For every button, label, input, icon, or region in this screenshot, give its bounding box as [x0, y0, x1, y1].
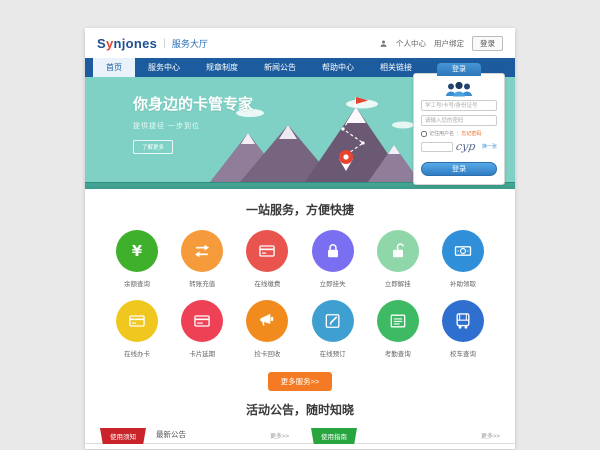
service-item-report-loss[interactable]: 立即挂失 [305, 230, 361, 288]
nav-item-home[interactable]: 首页 [93, 58, 135, 77]
user-bind-link[interactable]: 用户绑定 [434, 38, 464, 49]
service-item-balance[interactable]: ¥ 余额查询 [109, 230, 165, 288]
service-label: 立即挂失 [305, 278, 361, 288]
service-label: 卡片延期 [174, 348, 230, 358]
service-item-school-bus[interactable]: 校车查询 [435, 300, 491, 358]
hero-banner: 你身边的卡管专家 提供捷径 一步到位 了解更多 [85, 77, 515, 189]
usage-guide-ribbon[interactable]: 使用指南 [311, 428, 357, 444]
latest-announcements-tab[interactable]: 最新公告 [156, 429, 186, 443]
unlock-icon[interactable] [377, 230, 419, 272]
card-icon[interactable] [116, 300, 158, 342]
login-panel: 登录 记住用户名 | 忘记密码 cyp 换一张 [413, 73, 505, 185]
top-header: Synjones | 服务大厅 个人中心 用户绑定 登录 [85, 28, 515, 58]
captcha-input[interactable] [421, 142, 453, 152]
hero-text: 你身边的卡管专家 提供捷径 一步到位 了解更多 [133, 93, 253, 154]
more-services-button[interactable]: 更多服务>> [268, 372, 333, 391]
edit-icon[interactable] [312, 300, 354, 342]
hero-title: 你身边的卡管专家 [133, 93, 253, 114]
remember-row: 记住用户名 | 忘记密码 [421, 130, 497, 137]
login-submit-button[interactable]: 登录 [421, 162, 497, 176]
login-tab[interactable]: 登录 [437, 63, 481, 76]
service-label: 在线缴费 [239, 278, 295, 288]
service-label: 在线办卡 [109, 348, 165, 358]
services-section: 一站服务，方便快捷 ¥ 余额查询 转账充值 在线缴费 [85, 189, 515, 391]
announcement-left-column: 使用须知 最新公告 更多>> [100, 428, 289, 443]
forgot-password-link[interactable]: 忘记密码 [461, 130, 481, 137]
card-icon[interactable] [246, 230, 288, 272]
service-item-unfreeze[interactable]: 立即解挂 [370, 230, 426, 288]
announcements-section: 活动公告，随时知晓 使用须知 最新公告 更多>> 使用指南 更多>> [85, 401, 515, 449]
logo-text: S [97, 36, 106, 51]
service-label: 校车查询 [435, 348, 491, 358]
remember-checkbox[interactable] [421, 131, 427, 137]
service-item-booking[interactable]: 在线预订 [305, 300, 361, 358]
page-container: Synjones | 服务大厅 个人中心 用户绑定 登录 首页 服务中心 规章制… [85, 28, 515, 449]
captcha-refresh-link[interactable]: 换一张 [482, 143, 497, 150]
account-input[interactable] [421, 100, 497, 111]
header-links: 个人中心 用户绑定 登录 [379, 36, 503, 51]
remember-divider: | [457, 131, 458, 137]
service-item-transfer[interactable]: 转账充值 [174, 230, 230, 288]
service-item-attendance[interactable]: 考勤查询 [370, 300, 426, 358]
services-heading: 一站服务，方便快捷 [85, 201, 515, 218]
hero-subtitle: 提供捷径 一步到位 [133, 121, 253, 131]
service-item-subsidy[interactable]: 补助领取 [435, 230, 491, 288]
nav-item-help[interactable]: 帮助中心 [309, 58, 367, 77]
services-row-1: ¥ 余额查询 转账充值 在线缴费 立即挂失 [85, 230, 515, 288]
service-label: 考勤查询 [370, 348, 426, 358]
megaphone-icon[interactable] [246, 300, 288, 342]
captcha-image[interactable]: cyp [455, 140, 476, 153]
service-item-card-extend[interactable]: 卡片延期 [174, 300, 230, 358]
banknote-icon[interactable] [442, 230, 484, 272]
logo-text-rest: njones [114, 36, 158, 51]
user-icon [379, 39, 388, 48]
service-item-pay[interactable]: 在线缴费 [239, 230, 295, 288]
page-bottom-spacer [85, 444, 515, 449]
svg-text:¥: ¥ [132, 243, 143, 260]
left-more-link[interactable]: 更多>> [270, 431, 289, 443]
service-item-apply-card[interactable]: 在线办卡 [109, 300, 165, 358]
service-label: 在线预订 [305, 348, 361, 358]
captcha-row: cyp 换一张 [421, 140, 497, 153]
password-input[interactable] [421, 115, 497, 126]
bus-icon[interactable] [442, 300, 484, 342]
service-item-card-recycle[interactable]: 捡卡回收 [239, 300, 295, 358]
card-icon[interactable] [181, 300, 223, 342]
hero-cta-button[interactable]: 了解更多 [133, 140, 173, 154]
more-services-wrap: 更多服务>> [85, 371, 515, 391]
yuan-icon[interactable]: ¥ [116, 230, 158, 272]
remember-label: 记住用户名 [429, 130, 454, 137]
announcement-right-column: 使用指南 更多>> [311, 428, 500, 443]
service-label: 余额查询 [109, 278, 165, 288]
header-login-button[interactable]: 登录 [472, 36, 503, 51]
nav-item-service-center[interactable]: 服务中心 [135, 58, 193, 77]
portal-name: 服务大厅 [172, 37, 208, 50]
nav-item-rules[interactable]: 规章制度 [193, 58, 251, 77]
logo-divider: | [163, 38, 166, 49]
right-more-link[interactable]: 更多>> [481, 431, 500, 443]
service-label: 补助领取 [435, 278, 491, 288]
service-label: 转账充值 [174, 278, 230, 288]
announcements-heading: 活动公告，随时知晓 [85, 401, 515, 418]
lock-icon[interactable] [312, 230, 354, 272]
personal-center-link[interactable]: 个人中心 [396, 38, 426, 49]
nav-item-news[interactable]: 新闻公告 [251, 58, 309, 77]
announcement-tabs: 使用须知 最新公告 更多>> 使用指南 更多>> [85, 428, 515, 444]
service-label: 捡卡回收 [239, 348, 295, 358]
service-label: 立即解挂 [370, 278, 426, 288]
transfer-arrows-icon[interactable] [181, 230, 223, 272]
brand-logo[interactable]: Synjones [97, 36, 157, 51]
services-row-2: 在线办卡 卡片延期 捡卡回收 在线预订 [85, 300, 515, 358]
usage-notice-ribbon[interactable]: 使用须知 [100, 428, 146, 444]
logo-accent: y [106, 36, 114, 51]
users-icon [421, 82, 497, 97]
list-icon[interactable] [377, 300, 419, 342]
